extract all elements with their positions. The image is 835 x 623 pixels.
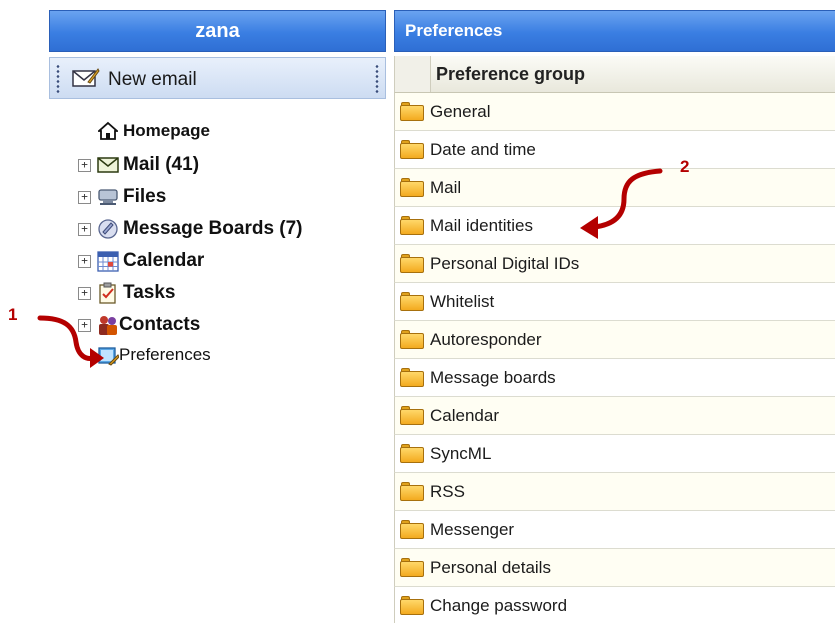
folder-icon bbox=[400, 254, 424, 273]
pref-group-label: Autoresponder bbox=[430, 329, 542, 349]
pref-group-label: Calendar bbox=[430, 405, 499, 425]
preferences-title: Preferences bbox=[405, 21, 503, 40]
pref-group-date-and-time[interactable]: Date and time bbox=[394, 131, 835, 169]
pref-group-label: Mail identities bbox=[430, 215, 533, 235]
tasks-icon bbox=[97, 282, 119, 304]
expand-calendar-icon[interactable]: + bbox=[78, 254, 91, 268]
tree-item-label: Calendar bbox=[123, 250, 205, 271]
tree-item-tasks[interactable]: + Tasks bbox=[78, 280, 175, 306]
pref-group-label: Date and time bbox=[430, 139, 536, 159]
tree-item-label: Preferences bbox=[119, 345, 211, 364]
folder-icon bbox=[400, 292, 424, 311]
pref-group-rss[interactable]: RSS bbox=[394, 473, 835, 511]
home-icon bbox=[97, 120, 119, 142]
new-email-button[interactable]: New email bbox=[72, 66, 197, 93]
tree-item-label: Mail (41) bbox=[123, 154, 200, 175]
folder-icon bbox=[400, 406, 424, 425]
tree-item-homepage[interactable]: Homepage bbox=[78, 118, 210, 144]
pref-group-label: Change password bbox=[430, 595, 568, 615]
tree-item-calendar[interactable]: + Calendar bbox=[78, 248, 204, 274]
folder-icon bbox=[400, 178, 424, 197]
tree-item-label: Message Boards (7) bbox=[123, 218, 303, 239]
expand-tasks-icon[interactable]: + bbox=[78, 286, 91, 300]
callout-number-1: 1 bbox=[8, 305, 18, 324]
tree-item-mail[interactable]: + Mail (41) bbox=[78, 152, 199, 178]
preferences-header: Preferences bbox=[394, 10, 835, 52]
folder-icon bbox=[400, 368, 424, 387]
callout-arrow-2-icon bbox=[580, 168, 663, 239]
pref-group-autoresponder[interactable]: Autoresponder bbox=[394, 321, 835, 359]
new-email-label: New email bbox=[108, 68, 197, 90]
folder-icon bbox=[400, 102, 424, 121]
pref-group-label: Messenger bbox=[430, 519, 515, 539]
pref-group-message-boards[interactable]: Message boards bbox=[394, 359, 835, 397]
callout-number-2: 2 bbox=[680, 157, 690, 176]
pref-group-label: General bbox=[430, 101, 491, 121]
folder-icon bbox=[400, 330, 424, 349]
pref-group-whitelist[interactable]: Whitelist bbox=[394, 283, 835, 321]
expand-mail-icon[interactable]: + bbox=[78, 158, 91, 172]
folder-icon bbox=[400, 520, 424, 539]
tree-item-label: Homepage bbox=[123, 121, 210, 140]
pref-group-label: RSS bbox=[430, 481, 465, 501]
column-header-stub bbox=[395, 56, 431, 92]
column-header[interactable]: Preference group bbox=[394, 56, 835, 93]
tree-item-label: Contacts bbox=[119, 314, 201, 335]
folder-icon bbox=[400, 140, 424, 159]
folder-icon bbox=[400, 558, 424, 577]
pref-group-label: Personal Digital IDs bbox=[430, 253, 580, 273]
tree-item-label: Files bbox=[123, 186, 167, 207]
folder-icon bbox=[400, 216, 424, 235]
pref-group-syncml[interactable]: SyncML bbox=[394, 435, 835, 473]
account-name: zana bbox=[195, 19, 240, 42]
new-email-icon bbox=[72, 66, 100, 93]
pref-group-messenger[interactable]: Messenger bbox=[394, 511, 835, 549]
column-header-label: Preference group bbox=[436, 63, 586, 84]
calendar-icon bbox=[97, 250, 119, 272]
pref-group-label: Mail bbox=[430, 177, 462, 197]
expand-message-boards-icon[interactable]: + bbox=[78, 222, 91, 236]
pref-group-label: Whitelist bbox=[430, 291, 495, 311]
folder-icon bbox=[400, 444, 424, 463]
toolbar-grip-right[interactable] bbox=[375, 64, 379, 94]
pref-group-personal-details[interactable]: Personal details bbox=[394, 549, 835, 587]
folder-icon bbox=[400, 482, 424, 501]
expand-files-icon[interactable]: + bbox=[78, 190, 91, 204]
pref-group-label: Personal details bbox=[430, 557, 551, 577]
tree-item-message-boards[interactable]: + Message Boards (7) bbox=[78, 216, 303, 242]
envelope-icon bbox=[97, 154, 119, 176]
folder-icon bbox=[400, 596, 424, 615]
tree-item-label: Tasks bbox=[123, 282, 176, 303]
callout-arrow-1-icon bbox=[37, 315, 104, 368]
pref-group-calendar[interactable]: Calendar bbox=[394, 397, 835, 435]
toolbar-grip-left[interactable] bbox=[56, 64, 60, 94]
pref-group-change-password[interactable]: Change password bbox=[394, 587, 835, 623]
pref-group-personal-digital-ids[interactable]: Personal Digital IDs bbox=[394, 245, 835, 283]
toolbar: New email bbox=[49, 57, 386, 99]
files-icon bbox=[97, 186, 119, 208]
tree-item-files[interactable]: + Files bbox=[78, 184, 166, 210]
pref-group-general[interactable]: General bbox=[394, 93, 835, 131]
message-boards-icon bbox=[97, 218, 119, 240]
account-header: zana bbox=[49, 10, 386, 52]
pref-group-label: SyncML bbox=[430, 443, 492, 463]
pref-group-label: Message boards bbox=[430, 367, 556, 387]
